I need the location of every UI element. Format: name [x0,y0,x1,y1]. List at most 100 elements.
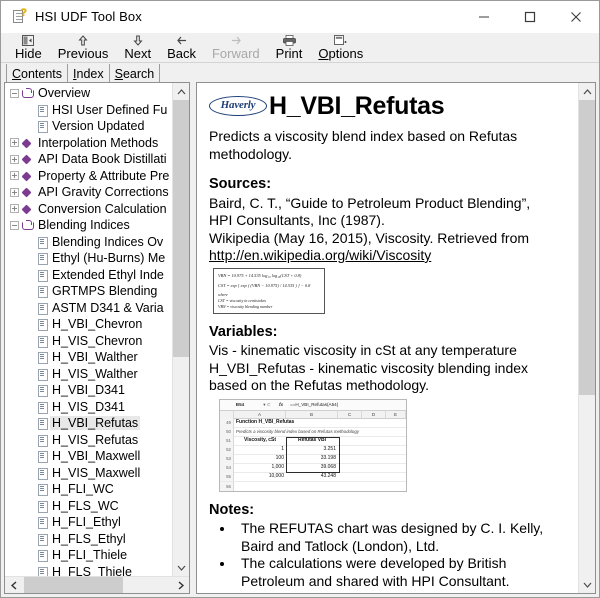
page-icon [37,252,48,264]
expand-icon[interactable] [7,201,21,217]
row-number-52: 52 [220,445,234,454]
page-icon [37,401,48,413]
toolbar-next-button[interactable]: Next [116,32,159,62]
tree-item-h-vbi-d341[interactable]: H_VBI_D341 [5,382,172,399]
contents-tree-panel: OverviewHSI User Defined FuVersion Updat… [4,82,190,594]
toolbar-print-button[interactable]: Print [268,32,311,62]
closed-book-icon [21,170,34,182]
notes-list: The REFUTAS chart was designed by C. I. … [209,520,568,590]
tab-index[interactable]: Index [68,64,110,83]
content-vertical-scrollbar[interactable] [578,83,595,593]
content-scroll-down-arrow[interactable] [579,576,595,593]
collapse-icon[interactable] [7,85,21,101]
expand-icon[interactable] [7,168,21,184]
toolbar-previous-button[interactable]: Previous [50,32,117,62]
tree-item-grtmps-blending[interactable]: GRTMPS Blending [5,283,172,300]
tree-item-h-vis-maxwell[interactable]: H_VIS_Maxwell [5,465,172,482]
tree-item-blending-indices-ov[interactable]: Blending Indices Ov [5,234,172,251]
toolbar-hide-button[interactable]: Hide [7,32,50,62]
content-scroll-track[interactable] [579,100,595,576]
help-window: ? HSI UDF Tool Box Hide Previ [0,0,600,598]
tree-scroll-up-arrow[interactable] [173,83,189,100]
tree-item-h-vbi-walther[interactable]: H_VBI_Walther [5,349,172,366]
sheet-cell-a52: 1 [234,445,286,454]
content-scroll-thumb[interactable] [579,100,595,395]
tree-scroll-left-arrow[interactable] [5,577,22,593]
article-intro: Predicts a viscosity blend index based o… [209,128,568,163]
tree-item-h-fli-ethyl[interactable]: H_FLI_Ethyl [5,514,172,531]
tree-item-conversion-calculation[interactable]: Conversion Calculation [5,201,172,218]
tree-item-label: H_FLI_WC [50,482,116,496]
formula-line-2: CST = exp [ exp ( (VBN − 10.975) / 14.53… [218,279,320,292]
tree-item-h-vbi-maxwell[interactable]: H_VBI_Maxwell [5,448,172,465]
tab-contents[interactable]: Contents [6,64,68,83]
tree-item-label: Version Updated [50,119,146,133]
source-link[interactable]: http://en.wikipedia.org/wiki/Viscosity [209,247,568,265]
tree-item-label: Blending Indices Ov [50,235,165,249]
minimize-button[interactable] [461,1,507,33]
expand-icon[interactable] [7,184,21,200]
tree-scroll-thumb[interactable] [173,100,189,357]
sheet-cell-a54: 1,000 [234,463,286,472]
tree-item-ethyl-hu-burns-me[interactable]: Ethyl (Hu-Burns) Me [5,250,172,267]
tree-item-h-vis-d341[interactable]: H_VIS_D341 [5,399,172,416]
tree-item-interpolation-methods[interactable]: Interpolation Methods [5,135,172,152]
tree-item-overview[interactable]: Overview [5,85,172,102]
tree-item-property-attribute-pre[interactable]: Property & Attribute Pre [5,168,172,185]
tree-item-extended-ethyl-inde[interactable]: Extended Ethyl Inde [5,267,172,284]
page-icon [37,351,48,363]
tree-item-h-fls-wc[interactable]: H_FLS_WC [5,498,172,515]
tree-indent [7,349,21,365]
tree-indent [7,547,21,563]
tree-item-h-fli-wc[interactable]: H_FLI_WC [5,481,172,498]
variable-line-1: Vis - kinematic viscosity in cSt at any … [209,342,568,360]
toolbar-forward-label: Forward [212,47,260,62]
tree-item-api-data-book-distillati[interactable]: API Data Book Distillati [5,151,172,168]
tree-item-astm-d341-varia[interactable]: ASTM D341 & Varia [5,300,172,317]
tree-item-h-vbi-refutas[interactable]: H_VBI_Refutas [5,415,172,432]
title-bar: ? HSI UDF Tool Box [1,1,599,33]
toolbar-forward-button[interactable]: Forward [204,32,268,62]
tree-item-blending-indices[interactable]: Blending Indices [5,217,172,234]
tree-indent [7,448,21,464]
navigation-pane: Contents Index Search OverviewHSI User D… [4,63,190,594]
toolbar-options-button[interactable]: Options [310,32,371,62]
contents-tree[interactable]: OverviewHSI User Defined FuVersion Updat… [5,83,172,576]
maximize-button[interactable] [507,1,553,33]
tree-scroll-down-arrow[interactable] [173,559,189,576]
tree-vertical-scrollbar[interactable] [172,83,189,576]
tree-scroll-track[interactable] [173,100,189,559]
tree-item-h-vis-refutas[interactable]: H_VIS_Refutas [5,432,172,449]
toolbar-print-label: Print [276,47,303,62]
page-icon [37,120,48,132]
page-icon [37,549,48,561]
tab-search[interactable]: Search [110,64,161,83]
tree-item-h-vis-walther[interactable]: H_VIS_Walther [5,366,172,383]
tree-hscroll-track[interactable] [22,577,172,593]
row-number-53: 53 [220,454,234,463]
content-scroll-up-arrow[interactable] [579,83,595,100]
tree-item-h-vbi-chevron[interactable]: H_VBI_Chevron [5,316,172,333]
tree-item-hsi-user-defined-fu[interactable]: HSI User Defined Fu [5,102,172,119]
tree-item-api-gravity-corrections[interactable]: API Gravity Corrections [5,184,172,201]
expand-icon[interactable] [7,135,21,151]
tree-horizontal-scrollbar[interactable] [5,576,189,593]
close-button[interactable] [553,1,599,33]
formula-line-1: VBN = 10.975 + 14.535 log₁₀ log₁₀(CST + … [218,272,320,279]
tree-item-h-vis-chevron[interactable]: H_VIS_Chevron [5,333,172,350]
tree-indent [7,283,21,299]
tree-indent [7,399,21,415]
toolbar-back-button[interactable]: Back [159,32,204,62]
page-icon [37,417,48,429]
tree-item-version-updated[interactable]: Version Updated [5,118,172,135]
collapse-icon[interactable] [7,217,21,233]
tree-hscroll-thumb[interactable] [24,577,123,593]
tree-item-h-fls-thiele[interactable]: H_FLS_Thiele [5,564,172,577]
tree-item-h-fls-ethyl[interactable]: H_FLS_Ethyl [5,531,172,548]
tree-item-h-fli-thiele[interactable]: H_FLI_Thiele [5,547,172,564]
tree-item-label: H_VBI_D341 [50,383,127,397]
tree-indent [7,564,21,576]
tree-scroll-right-arrow[interactable] [172,577,189,593]
expand-icon[interactable] [7,151,21,167]
help-article: Haverly H_VBI_Refutas Predicts a viscosi… [197,83,578,593]
